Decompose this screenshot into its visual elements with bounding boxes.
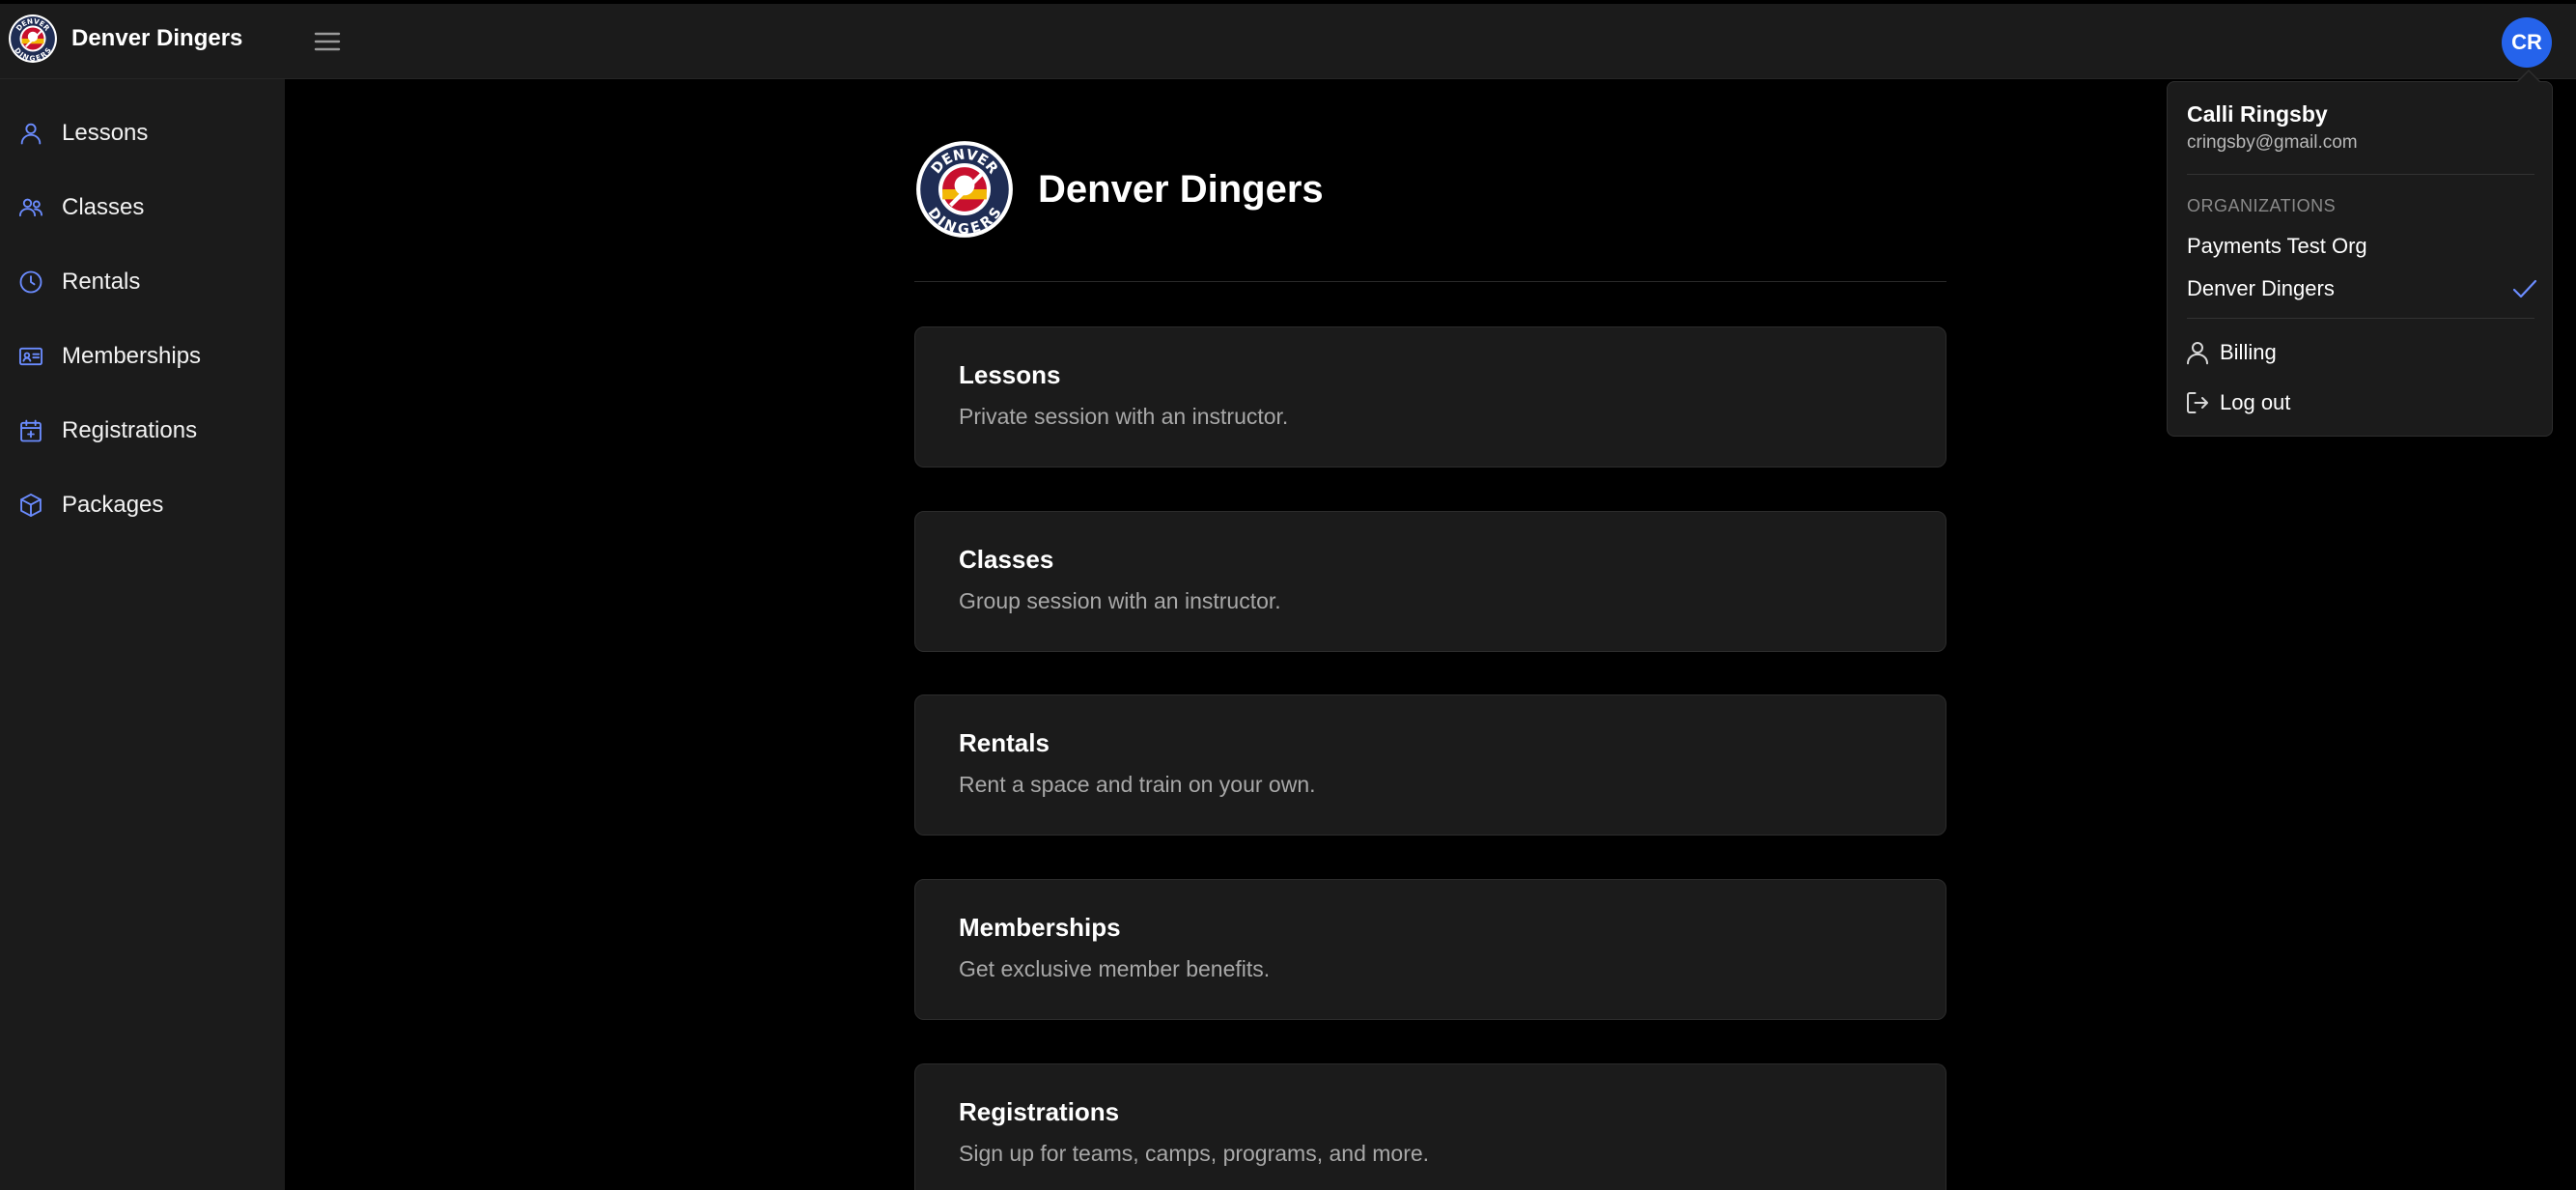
sidebar: Lessons Classes Rentals Memberships Regi… bbox=[0, 79, 285, 1190]
avatar-initials: CR bbox=[2511, 30, 2542, 54]
check-icon bbox=[2512, 279, 2537, 298]
box-icon bbox=[20, 493, 42, 518]
card-title: Rentals bbox=[959, 728, 1050, 757]
logout-icon bbox=[2187, 392, 2208, 413]
sidebar-item-lessons[interactable]: Lessons bbox=[0, 104, 285, 162]
dropdown-user-name: Calli Ringsby bbox=[2187, 101, 2328, 127]
user-dropdown-menu: Calli Ringsby cringsby@gmail.com ORGANIZ… bbox=[2167, 81, 2553, 437]
card-title: Lessons bbox=[959, 360, 1061, 389]
dropdown-divider bbox=[2187, 318, 2534, 319]
card-memberships[interactable]: Memberships Get exclusive member benefit… bbox=[914, 879, 1946, 1020]
card-classes[interactable]: Classes Group session with an instructor… bbox=[914, 511, 1946, 652]
sidebar-item-label: Memberships bbox=[62, 343, 202, 369]
sidebar-item-label: Registrations bbox=[62, 417, 198, 443]
card-title: Registrations bbox=[959, 1097, 1120, 1126]
user-avatar-button[interactable]: CR bbox=[2502, 17, 2552, 68]
billing-menu-item[interactable]: Billing bbox=[2168, 331, 2554, 374]
page-title: Denver Dingers bbox=[1038, 167, 1324, 211]
sidebar-item-classes[interactable]: Classes bbox=[0, 179, 285, 237]
sidebar-item-registrations[interactable]: Registrations bbox=[0, 402, 285, 460]
organizations-label: ORGANIZATIONS bbox=[2187, 196, 2337, 215]
org-option-label: Denver Dingers bbox=[2187, 276, 2335, 300]
header-divider bbox=[914, 281, 1946, 282]
card-description: Rent a space and train on your own. bbox=[959, 772, 1316, 798]
clock-icon bbox=[19, 270, 42, 294]
org-option-label: Payments Test Org bbox=[2187, 234, 2367, 258]
sidebar-item-memberships[interactable]: Memberships bbox=[0, 327, 285, 385]
dropdown-divider bbox=[2187, 174, 2534, 175]
card-lessons[interactable]: Lessons Private session with an instruct… bbox=[914, 326, 1946, 468]
org-option-denver-dingers[interactable]: Denver Dingers bbox=[2168, 269, 2554, 308]
billing-label: Billing bbox=[2220, 340, 2277, 364]
org-option-payments-test-org[interactable]: Payments Test Org bbox=[2168, 227, 2554, 266]
brand[interactable]: DENVER DINGERS Denver Dingers bbox=[8, 14, 242, 64]
org-header: DENVER DINGERS Denver Dingers bbox=[914, 139, 1324, 240]
logout-label: Log out bbox=[2220, 390, 2291, 414]
card-registrations[interactable]: Registrations Sign up for teams, camps, … bbox=[914, 1063, 1946, 1190]
denver-dingers-logo: DENVER DINGERS bbox=[916, 141, 1013, 238]
dropdown-user-email: cringsby@gmail.com bbox=[2187, 132, 2358, 153]
logout-menu-item[interactable]: Log out bbox=[2168, 382, 2554, 424]
group-icon bbox=[18, 198, 43, 217]
card-title: Classes bbox=[959, 545, 1054, 574]
card-title: Memberships bbox=[959, 913, 1121, 942]
sidebar-item-label: Rentals bbox=[62, 269, 141, 295]
person-icon bbox=[20, 123, 42, 145]
brand-name: Denver Dingers bbox=[71, 25, 243, 51]
top-header: DENVER DINGERS Denver Dingers CR bbox=[0, 4, 2576, 79]
card-rentals[interactable]: Rentals Rent a space and train on your o… bbox=[914, 694, 1946, 836]
calendar-plus-icon bbox=[20, 419, 42, 442]
sidebar-item-label: Classes bbox=[62, 194, 145, 220]
denver-dingers-logo: DENVER DINGERS bbox=[9, 14, 57, 63]
menu-toggle-button[interactable] bbox=[311, 25, 344, 58]
card-description: Private session with an instructor. bbox=[959, 404, 1289, 430]
sidebar-item-label: Lessons bbox=[62, 120, 149, 146]
person-icon bbox=[2187, 342, 2208, 365]
card-description: Sign up for teams, camps, programs, and … bbox=[959, 1141, 1430, 1167]
card-description: Get exclusive member benefits. bbox=[959, 956, 1271, 982]
card-description: Group session with an instructor. bbox=[959, 588, 1281, 614]
hamburger-icon bbox=[314, 32, 341, 51]
sidebar-item-label: Packages bbox=[62, 492, 164, 518]
sidebar-item-rentals[interactable]: Rentals bbox=[0, 253, 285, 311]
id-card-icon bbox=[18, 347, 43, 366]
sidebar-item-packages[interactable]: Packages bbox=[0, 476, 285, 534]
dropdown-caret-fill bbox=[2518, 71, 2539, 82]
